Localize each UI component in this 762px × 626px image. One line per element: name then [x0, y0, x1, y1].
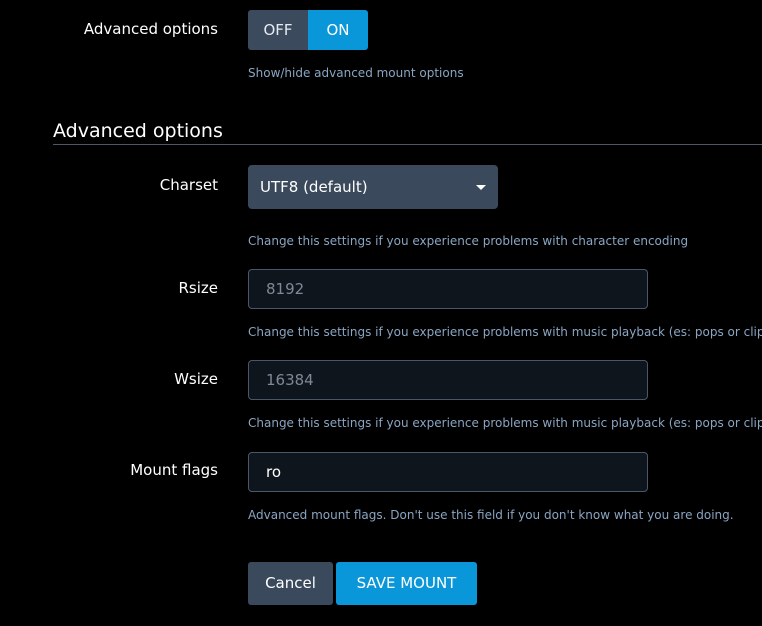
charset-selected-value: UTF8 (default) — [260, 178, 368, 196]
wsize-help: Change this settings if you experience p… — [248, 416, 762, 430]
caret-down-icon — [476, 185, 486, 190]
mount-flags-label: Mount flags — [130, 461, 218, 479]
advanced-options-toggle[interactable]: OFF ON — [248, 10, 368, 50]
advanced-options-label: Advanced options — [83, 20, 218, 38]
mount-flags-help: Advanced mount flags. Don't use this fie… — [248, 508, 734, 522]
section-title: Advanced options — [53, 120, 223, 142]
cancel-button[interactable]: Cancel — [248, 562, 333, 605]
toggle-on-option[interactable]: ON — [308, 10, 368, 50]
rsize-label: Rsize — [178, 279, 218, 297]
charset-select[interactable]: UTF8 (default) — [248, 165, 498, 209]
save-mount-button[interactable]: SAVE MOUNT — [336, 562, 477, 605]
toggle-off-option[interactable]: OFF — [248, 10, 308, 50]
advanced-options-help: Show/hide advanced mount options — [248, 66, 464, 80]
rsize-input[interactable]: 8192 — [248, 269, 648, 309]
rsize-help: Change this settings if you experience p… — [248, 325, 762, 339]
charset-help: Change this settings if you experience p… — [248, 234, 689, 248]
mount-flags-input[interactable]: ro — [248, 452, 648, 492]
charset-label: Charset — [159, 176, 218, 194]
section-divider — [53, 144, 762, 145]
wsize-input[interactable]: 16384 — [248, 360, 648, 400]
wsize-label: Wsize — [174, 370, 218, 388]
